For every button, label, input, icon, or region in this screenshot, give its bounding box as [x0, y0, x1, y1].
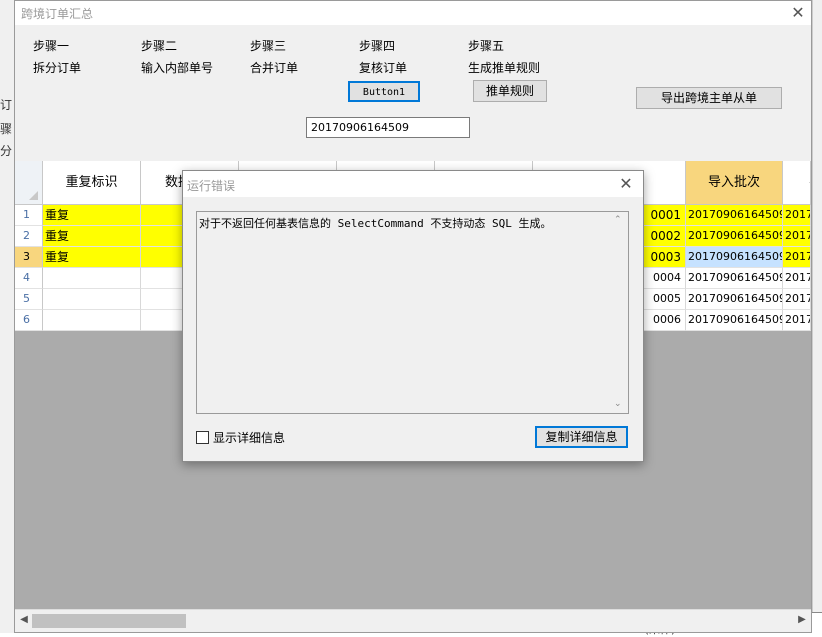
background-app-strip-right [812, 0, 822, 633]
cell-date[interactable]: 2017- [783, 247, 811, 268]
cell-import-batch[interactable]: 20170906164509 [686, 268, 783, 289]
column-header-duplicate-flag[interactable]: 重复标识 [43, 161, 141, 205]
cell-import-batch[interactable]: 20170906164509 [686, 310, 783, 331]
scroll-right-icon[interactable]: ▶ [795, 614, 809, 628]
error-message-text: 对于不返回任何基表信息的 SelectCommand 不支持动态 SQL 生成。 [199, 217, 552, 230]
step-5-title: 步骤五 [468, 39, 505, 53]
step-1-action: 拆分订单 [33, 61, 82, 75]
message-vertical-scrollbar[interactable]: ⌃ ⌄ [612, 213, 628, 412]
step-4-title: 步骤四 [359, 39, 396, 53]
cell-duplicate-flag[interactable]: 重复 [43, 205, 141, 226]
show-details-label[interactable]: 显示详细信息 [213, 429, 285, 446]
export-master-button[interactable]: 导出跨境主单从单 [636, 87, 782, 109]
row-header-selected[interactable]: 3 [15, 247, 43, 268]
dialog-close-icon[interactable]: ✕ [615, 174, 637, 194]
step-2-title: 步骤二 [141, 39, 178, 53]
show-details-checkbox[interactable] [196, 431, 209, 444]
scroll-left-icon[interactable]: ◀ [17, 614, 31, 628]
cell-date[interactable]: 2017- [783, 205, 811, 226]
dialog-titlebar: 运行错误 ✕ [183, 171, 643, 197]
background-text: 骤 [0, 122, 13, 136]
window-title: 跨境订单汇总 [21, 7, 94, 21]
grid-corner[interactable] [15, 161, 43, 205]
dialog-title: 运行错误 [187, 179, 236, 193]
cell-duplicate-flag[interactable]: 重复 [43, 247, 141, 268]
row-header[interactable]: 6 [15, 310, 43, 331]
error-dialog: 运行错误 ✕ 对于不返回任何基表信息的 SelectCommand 不支持动态 … [182, 170, 644, 462]
cell-import-batch-selected[interactable]: 20170906164509 [686, 247, 783, 268]
cell-duplicate-flag[interactable] [43, 310, 141, 331]
window-close-icon[interactable]: ✕ [787, 3, 809, 23]
column-header[interactable]: 导 [783, 161, 811, 205]
step-5-action: 生成推单规则 [468, 61, 541, 75]
scroll-down-icon[interactable]: ⌄ [614, 399, 622, 409]
cell-date[interactable]: 2017- [783, 268, 811, 289]
step-2-action: 输入内部单号 [141, 61, 214, 75]
cell-date[interactable]: 2017- [783, 310, 811, 331]
button1[interactable]: Button1 [348, 81, 420, 102]
step-3-action: 合并订单 [250, 61, 299, 75]
scroll-up-icon[interactable]: ⌃ [614, 215, 622, 225]
cell-import-batch[interactable]: 20170906164509 [686, 205, 783, 226]
scrollbar-thumb[interactable] [32, 614, 186, 628]
cell-import-batch[interactable]: 20170906164509 [686, 226, 783, 247]
window-titlebar: 跨境订单汇总 ✕ [15, 1, 811, 25]
error-message-box[interactable]: 对于不返回任何基表信息的 SelectCommand 不支持动态 SQL 生成。… [196, 211, 629, 414]
cell-duplicate-flag[interactable] [43, 289, 141, 310]
row-header[interactable]: 1 [15, 205, 43, 226]
cell-date[interactable]: 2017- [783, 226, 811, 247]
cell-duplicate-flag[interactable] [43, 268, 141, 289]
background-text: 分 [0, 144, 13, 158]
step-4-action: 复核订单 [359, 61, 408, 75]
push-rule-button[interactable]: 推单规则 [473, 80, 547, 102]
background-app-strip: 订 骤 分 [0, 0, 14, 633]
step-3-title: 步骤三 [250, 39, 287, 53]
column-header-import-batch[interactable]: 导入批次 [686, 161, 783, 205]
step-1-title: 步骤一 [33, 39, 70, 53]
batch-number-input[interactable]: 20170906164509 [306, 117, 470, 138]
copy-details-button[interactable]: 复制详细信息 [535, 426, 628, 448]
cell-import-batch[interactable]: 20170906164509 [686, 289, 783, 310]
cell-duplicate-flag[interactable]: 重复 [43, 226, 141, 247]
background-text: 订 [0, 98, 13, 112]
cell-date[interactable]: 2017- [783, 289, 811, 310]
row-header[interactable]: 5 [15, 289, 43, 310]
row-header[interactable]: 2 [15, 226, 43, 247]
row-header[interactable]: 4 [15, 268, 43, 289]
horizontal-scrollbar[interactable]: ◀ ▶ [15, 609, 811, 632]
